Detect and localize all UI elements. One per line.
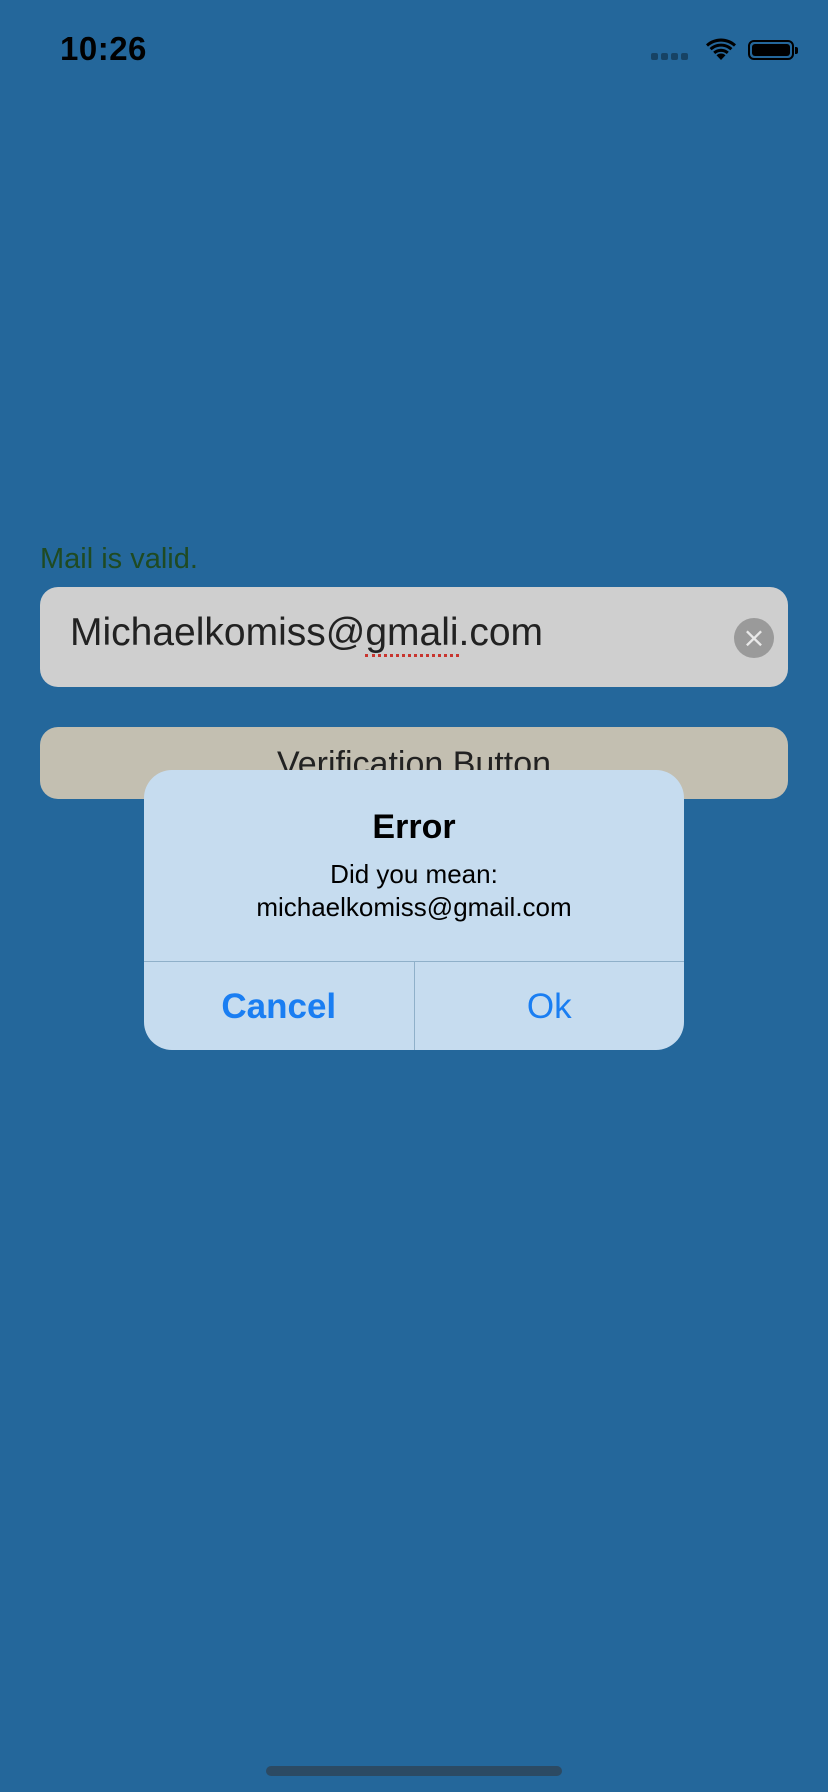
status-icons (651, 36, 798, 64)
validation-message: Mail is valid. (40, 543, 198, 575)
clear-icon[interactable]: × (734, 618, 774, 658)
wifi-icon (706, 38, 736, 60)
alert-message: Did you mean: michaelkomiss@gmail.com (144, 858, 684, 924)
alert-message-line2: michaelkomiss@gmail.com (256, 892, 572, 922)
alert-actions: Cancel Ok (144, 961, 684, 1050)
email-value-prefix: Michaelkomiss@ (70, 611, 366, 654)
signal-icon (651, 40, 688, 60)
email-value-suffix: .com (458, 611, 544, 654)
home-indicator[interactable] (266, 1766, 562, 1776)
email-value-misspelled: gmali (365, 611, 459, 657)
email-field[interactable]: Michaelkomiss@gmali.com × (40, 587, 788, 687)
status-time: 10:26 (60, 30, 147, 67)
ok-button[interactable]: Ok (415, 962, 685, 1050)
alert-message-line1: Did you mean: (330, 859, 498, 889)
error-alert: Error Did you mean: michaelkomiss@gmail.… (144, 770, 684, 1050)
battery-icon (748, 40, 798, 60)
email-value[interactable]: Michaelkomiss@gmali.com (70, 611, 544, 657)
cancel-button[interactable]: Cancel (144, 962, 415, 1050)
alert-title: Error (372, 808, 456, 846)
